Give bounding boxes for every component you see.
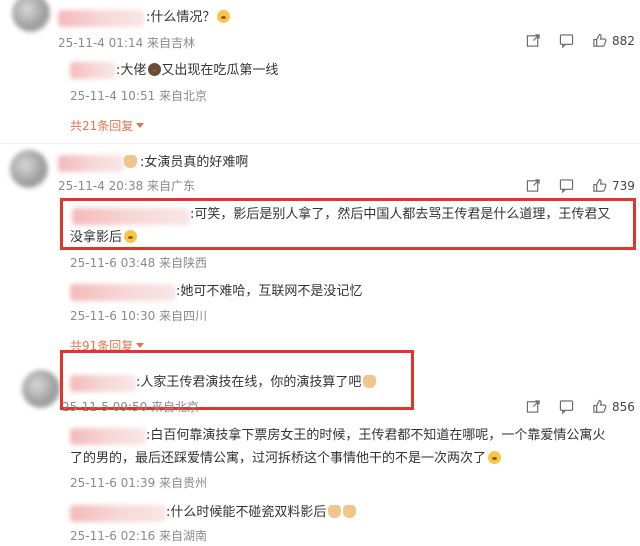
comment-text: :什么情况？ [146, 9, 231, 27]
username-blurred[interactable] [70, 505, 166, 522]
reply-meta: 25-11-6 01:39 来自贵州 [70, 476, 208, 490]
comment-icon[interactable] [559, 33, 574, 48]
username-blurred[interactable] [58, 155, 124, 172]
like-count: 882 [612, 33, 635, 48]
username-blurred[interactable] [70, 375, 136, 392]
comment-meta: 25-11-4 20:38 来自广东 [58, 179, 196, 193]
like-count: 856 [612, 399, 635, 414]
comment-icon[interactable] [559, 399, 574, 414]
emoji-icon [363, 375, 377, 388]
like-count: 739 [612, 178, 635, 193]
emoji-icon [328, 505, 342, 518]
reply-text: :大佬 又出现在吃瓜第一线 [116, 63, 279, 78]
reply-text: :可笑，影后是别人拿了，然后中国人都去骂王传君是什么道理，王传君又 [190, 207, 611, 222]
emoji-icon [488, 451, 502, 464]
reply-text-line2: 了的男的，最后还踩爱情公寓，过河拆桥这个事情他干的不是一次两次了 [70, 450, 502, 468]
share-icon[interactable] [526, 33, 541, 48]
comment-actions: 856 [526, 399, 635, 414]
share-icon[interactable] [526, 178, 541, 193]
username-blurred[interactable] [70, 62, 116, 79]
reply-text: :她可不难哈，互联网不是没记忆 [176, 284, 363, 299]
avatar[interactable] [22, 370, 60, 408]
comment-actions: 882 [526, 33, 635, 48]
divider [0, 143, 640, 144]
emoji-icon [343, 505, 357, 518]
comment-text: :人家王传君演技在线，你的演技算了吧 [136, 374, 377, 392]
comment-actions: 739 [526, 178, 635, 193]
username-blurred[interactable] [72, 208, 190, 225]
emoji-icon [148, 63, 162, 76]
badge-icon [124, 155, 137, 168]
comment-meta: 25-11-5 09:50 来自北京 [62, 400, 200, 414]
reply-meta: 25-11-4 10:51 来自北京 [70, 89, 208, 103]
comment-meta: 25-11-4 01:14 来自吉林 [58, 36, 196, 50]
reply-text-line2: 没拿影后 [70, 229, 138, 247]
like-icon[interactable] [592, 178, 607, 193]
emoji-icon [124, 230, 138, 243]
username-blurred[interactable] [70, 428, 146, 445]
reply-meta: 25-11-6 02:16 来自湖南 [70, 529, 208, 543]
more-replies-link[interactable]: 共21条回复 [70, 118, 145, 134]
reply-meta: 25-11-6 10:30 来自四川 [70, 309, 208, 323]
comment-icon[interactable] [559, 178, 574, 193]
reply-text: :白百何靠演技拿下票房女王的时候，王传君都不知道在哪呢，一个靠爱情公寓火 [146, 428, 606, 443]
reply-text: :什么时候能不碰瓷双料影后 [166, 504, 357, 522]
reply-meta: 25-11-6 03:48 来自陕西 [70, 256, 208, 270]
share-icon[interactable] [526, 399, 541, 414]
like-icon[interactable] [592, 399, 607, 414]
avatar[interactable] [12, 0, 50, 32]
comment-text: :女演员真的好难啊 [124, 154, 248, 172]
username-blurred[interactable] [70, 284, 176, 301]
username-blurred[interactable] [58, 10, 144, 27]
emoji-icon [217, 10, 231, 23]
avatar[interactable] [10, 150, 48, 188]
like-icon[interactable] [592, 33, 607, 48]
